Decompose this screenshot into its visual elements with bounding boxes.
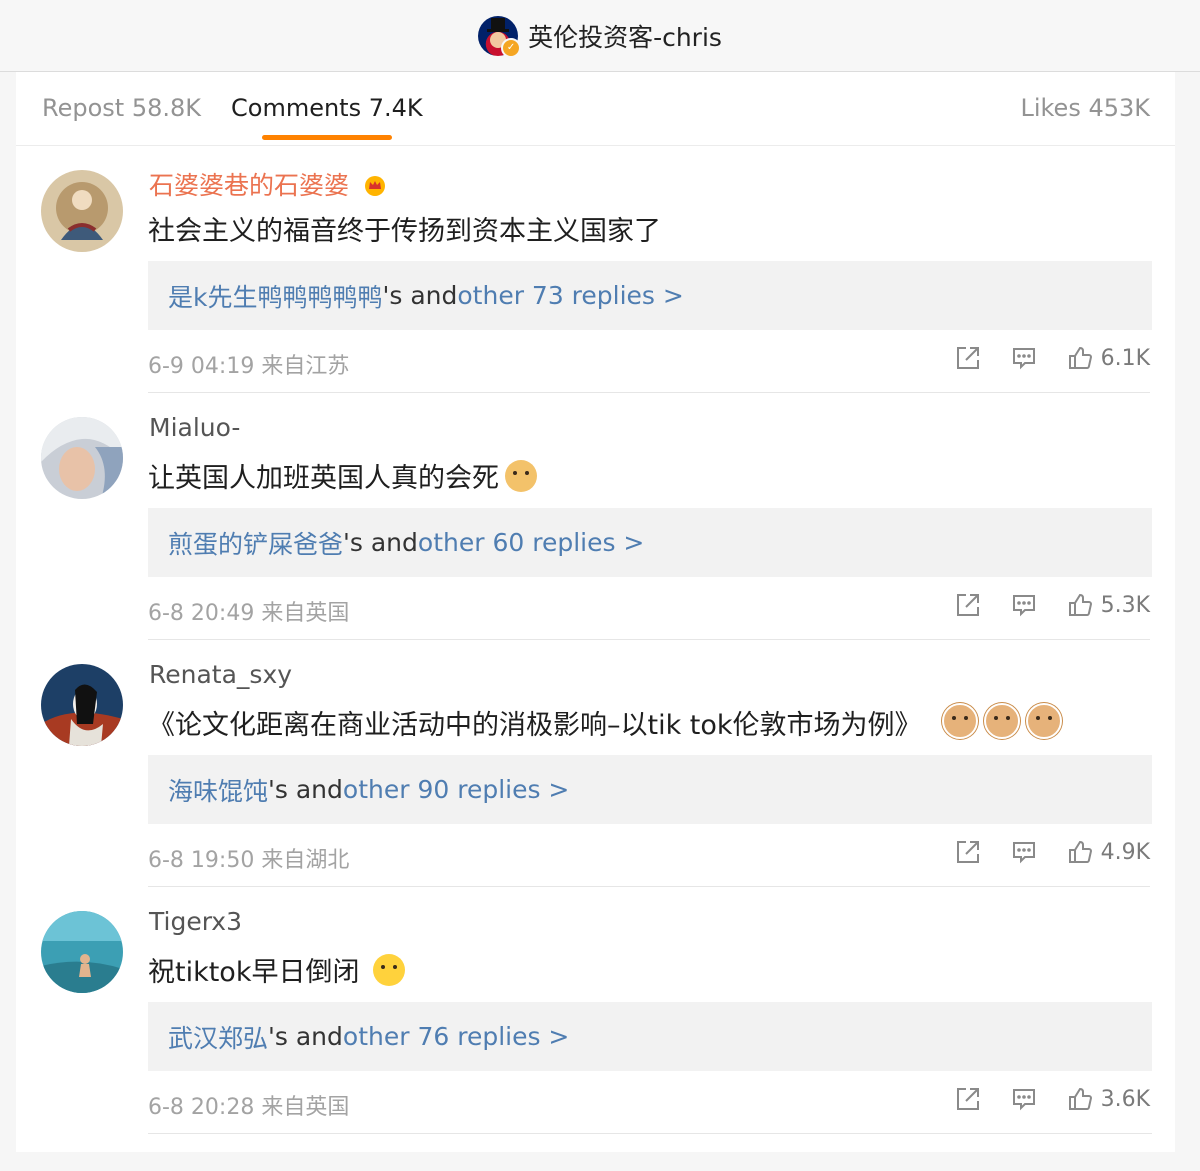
like-count: 3.6K [1100, 1086, 1150, 1112]
more-replies-link[interactable]: other 60 replies > [418, 528, 644, 557]
comment-item: Mialuo- 让英国人加班英国人真的会死 煎蛋的铲屎爸爸's and othe… [16, 393, 1175, 640]
comment-actions: 6.1K [925, 345, 1150, 371]
verified-badge-icon: ✓ [501, 37, 522, 58]
tab-repost[interactable]: Repost 58.8K [42, 94, 201, 122]
commenter-avatar[interactable] [41, 417, 123, 499]
comment-meta: 6-8 20:28 来自英国 [148, 1095, 350, 1120]
comment-actions: 3.6K [925, 1086, 1150, 1112]
list-end-divider [148, 1133, 1152, 1134]
cat-emoji-icon [941, 703, 978, 739]
commenter-name[interactable]: Tigerx3 [149, 907, 242, 936]
tab-likes[interactable]: Likes 453K [1020, 94, 1150, 122]
account-avatar[interactable]: ✓ [478, 15, 522, 58]
comment-actions: 5.3K [925, 592, 1150, 618]
comment-text: 《论文化距离在商业活动中的消极影响–以tik tok伦敦市场为例》 [148, 703, 1062, 742]
reply-user-link[interactable]: 海味馄饨 [168, 772, 268, 808]
comment-item: Renata_sxy 《论文化距离在商业活动中的消极影响–以tik tok伦敦市… [16, 640, 1175, 887]
comments-panel: Repost 58.8K Comments 7.4K Likes 453K 石婆… [16, 72, 1175, 1152]
reply-user-link[interactable]: 是k先生鸭鸭鸭鸭鸭 [168, 278, 382, 314]
like-count: 4.9K [1100, 839, 1150, 865]
replies-preview[interactable]: 煎蛋的铲屎爸爸's and other 60 replies > [148, 508, 1152, 577]
active-tab-indicator [262, 135, 392, 140]
commenter-avatar[interactable] [41, 911, 123, 993]
like-count: 6.1K [1100, 345, 1150, 371]
comment-text: 祝tiktok早日倒闭 [148, 950, 406, 989]
replies-connector: 's and [268, 775, 343, 804]
commenter-name[interactable]: Renata_sxy [149, 660, 292, 689]
commenter-name[interactable]: Mialuo- [149, 413, 240, 442]
replies-connector: 's and [343, 528, 418, 557]
like-button[interactable]: 6.1K [1067, 345, 1150, 371]
account-name[interactable]: 英伦投资客-chris [528, 18, 722, 54]
cat-emoji-icon [983, 703, 1020, 739]
reply-user-link[interactable]: 煎蛋的铲屎爸爸 [168, 525, 343, 561]
commenter-name[interactable]: 石婆婆巷的石婆婆 [149, 166, 389, 202]
reply-user-link[interactable]: 武汉郑弘 [168, 1019, 268, 1055]
like-count: 5.3K [1100, 592, 1150, 618]
replies-preview[interactable]: 武汉郑弘's and other 76 replies > [148, 1002, 1152, 1071]
thumbs-up-icon [1067, 345, 1093, 371]
crying-emoji-icon [373, 954, 406, 986]
like-button[interactable]: 4.9K [1067, 839, 1150, 865]
share-icon[interactable] [955, 1086, 981, 1112]
replies-connector: 's and [382, 281, 458, 310]
share-icon[interactable] [955, 592, 981, 618]
tab-bar: Repost 58.8K Comments 7.4K Likes 453K [16, 72, 1175, 146]
like-button[interactable]: 5.3K [1067, 592, 1150, 618]
comment-text-content: 祝tiktok早日倒闭 [148, 957, 360, 988]
comment-icon[interactable] [1011, 345, 1037, 371]
share-icon[interactable] [955, 345, 981, 371]
doge-emoji-icon [505, 460, 537, 492]
comment-text: 让英国人加班英国人真的会死 [148, 456, 537, 495]
comment-meta: 6-8 19:50 来自湖北 [148, 848, 350, 873]
cat-emoji-icon [1025, 703, 1062, 739]
replies-preview[interactable]: 海味馄饨's and other 90 replies > [148, 755, 1152, 824]
thumbs-up-icon [1067, 839, 1093, 865]
more-replies-link[interactable]: other 90 replies > [343, 775, 569, 804]
comment-icon[interactable] [1011, 592, 1037, 618]
comment-text: 社会主义的福音终于传扬到资本主义国家了 [148, 216, 661, 247]
commenter-avatar[interactable] [41, 170, 123, 252]
comment-meta: 6-8 20:49 来自英国 [148, 601, 350, 626]
commenter-avatar[interactable] [41, 664, 123, 746]
comment-text-content: 让英国人加班英国人真的会死 [148, 463, 499, 494]
tab-comments[interactable]: Comments 7.4K [231, 94, 423, 122]
replies-connector: 's and [268, 1022, 343, 1051]
share-icon[interactable] [955, 839, 981, 865]
comment-item: Tigerx3 祝tiktok早日倒闭 武汉郑弘's and other 76 … [16, 887, 1175, 1134]
replies-preview[interactable]: 是k先生鸭鸭鸭鸭鸭's and other 73 replies > [148, 261, 1152, 330]
crown-badge-icon [363, 175, 389, 199]
comment-icon[interactable] [1011, 839, 1037, 865]
comment-text-content: 《论文化距离在商业活动中的消极影响–以tik tok伦敦市场为例》 [148, 710, 922, 741]
more-replies-link[interactable]: other 76 replies > [343, 1022, 569, 1051]
comment-item: 石婆婆巷的石婆婆 社会主义的福音终于传扬到资本主义国家了 是k先生鸭鸭鸭鸭鸭's… [16, 146, 1175, 393]
thumbs-up-icon [1067, 592, 1093, 618]
comment-actions: 4.9K [925, 839, 1150, 865]
like-button[interactable]: 3.6K [1067, 1086, 1150, 1112]
commenter-name-text[interactable]: 石婆婆巷的石婆婆 [149, 171, 349, 200]
more-replies-link[interactable]: other 73 replies > [457, 281, 683, 310]
thumbs-up-icon [1067, 1086, 1093, 1112]
comment-icon[interactable] [1011, 1086, 1037, 1112]
top-bar: ✓ 英伦投资客-chris [0, 0, 1200, 72]
comment-meta: 6-9 04:19 来自江苏 [148, 354, 350, 379]
